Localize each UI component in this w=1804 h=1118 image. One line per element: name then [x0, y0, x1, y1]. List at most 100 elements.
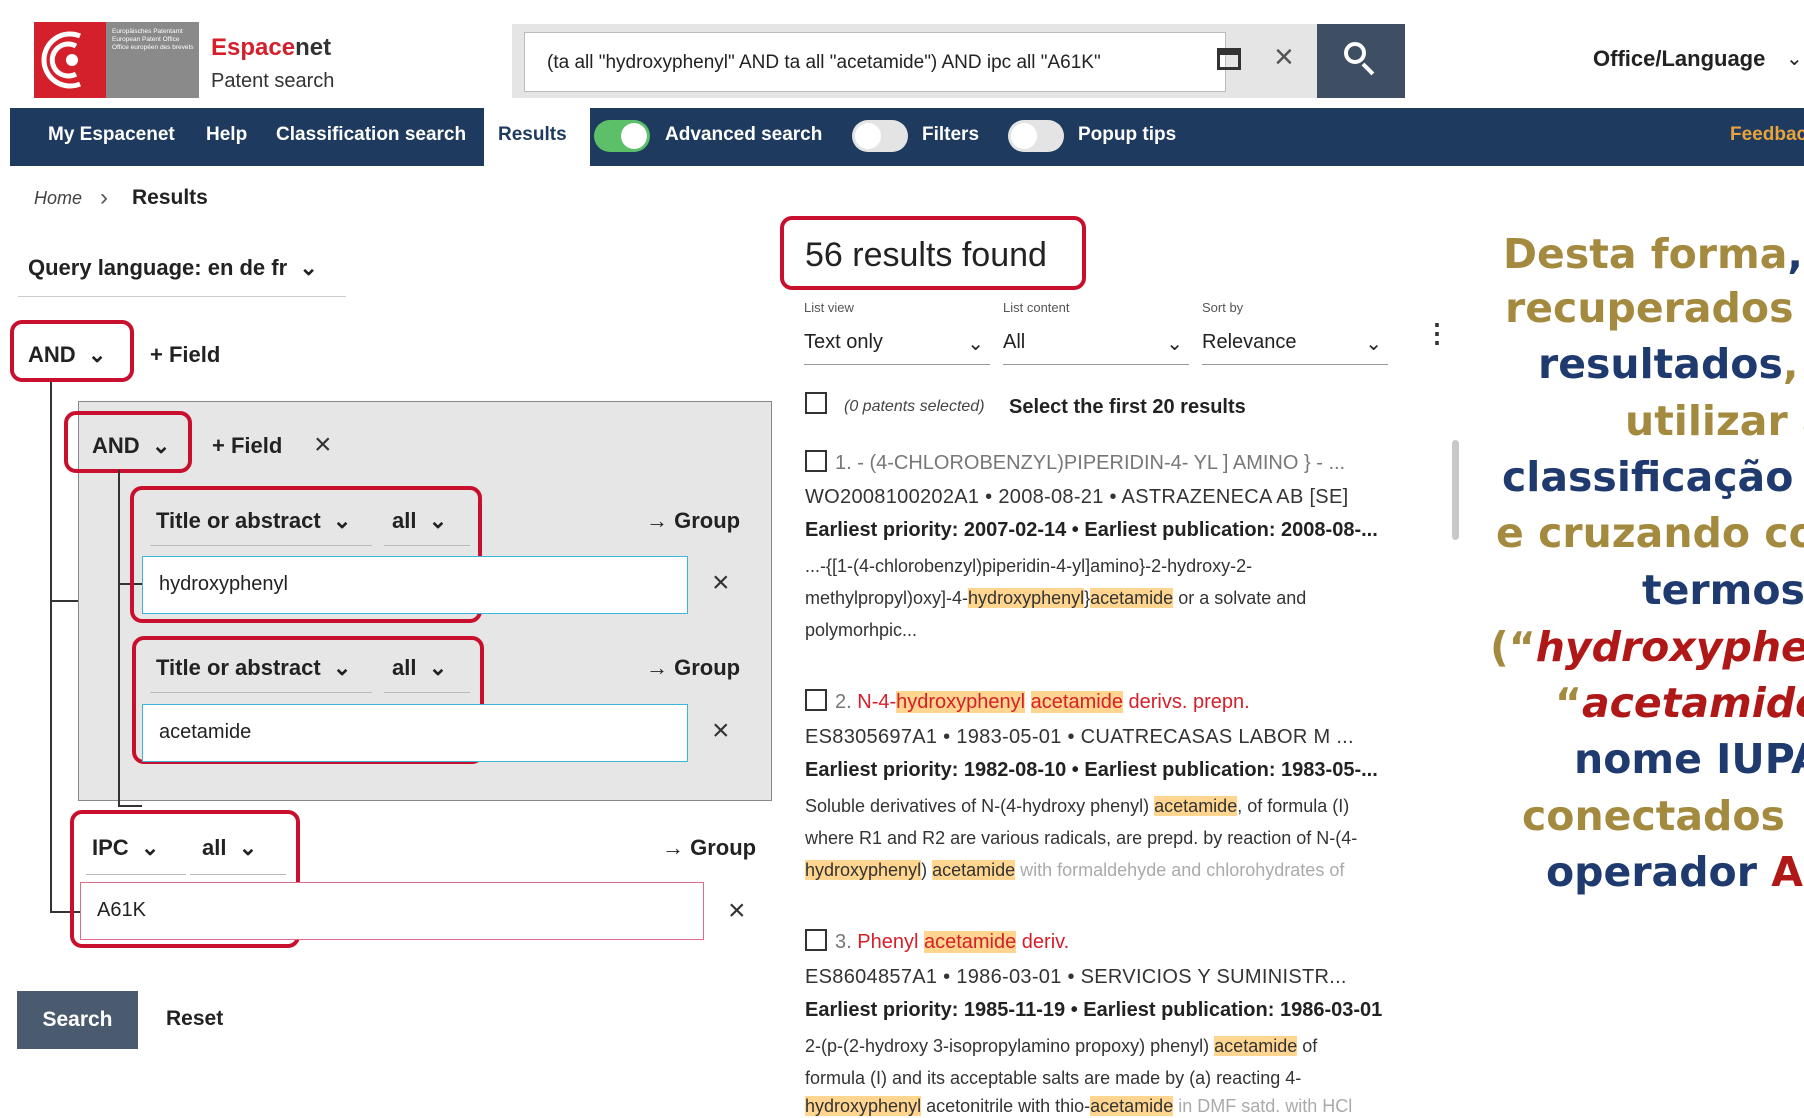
search-bar: (ta all "hydroxyphenyl" AND ta all "acet…	[512, 24, 1405, 98]
field-type-label: Title or abstract	[156, 655, 321, 680]
nav-results-tab[interactable]: Results	[484, 108, 590, 166]
search-input[interactable]: (ta all "hydroxyphenyl" AND ta all "acet…	[524, 32, 1226, 92]
top-header: Europäisches Patentamt European Patent O…	[0, 0, 1804, 108]
clear-search-icon[interactable]: ×	[1274, 38, 1294, 77]
divider	[384, 692, 470, 693]
office-language-menu[interactable]: Office/Language	[1593, 46, 1765, 72]
chevron-down-icon: ⌄	[967, 333, 984, 355]
result-title[interactable]: 1. - (4-CHLOROBENZYL)PIPERIDIN-4- YL ] A…	[835, 452, 1345, 475]
result-abstract-line: formula (I) and its acceptable salts are…	[805, 1068, 1302, 1088]
breadcrumb-home[interactable]: Home	[34, 188, 82, 209]
select-first-20-link[interactable]: Select the first 20 results	[1009, 396, 1246, 419]
group-add-field-button[interactable]: + Field	[212, 433, 282, 459]
annotation-line: resultados,	[1538, 340, 1799, 388]
divider	[150, 545, 372, 546]
advanced-search-toggle[interactable]	[594, 120, 650, 152]
query-language-select[interactable]: Query language: en de fr ⌄	[28, 255, 318, 281]
list-content-value: All	[1003, 331, 1026, 353]
match-mode-label: all	[202, 835, 227, 860]
ipc-input[interactable]: A61K	[80, 882, 704, 940]
result-abstract-line: 2-(p-(2-hydroxy 3-isopropylamino propoxy…	[805, 1036, 1318, 1056]
sort-by-select[interactable]: Relevance ⌄	[1202, 331, 1382, 355]
tree-line	[118, 470, 120, 806]
list-view-select[interactable]: Text only ⌄	[804, 331, 984, 355]
annotation-line: (“hydroxyphen	[1490, 623, 1804, 671]
result-checkbox[interactable]	[805, 689, 827, 711]
add-field-button[interactable]: + Field	[150, 342, 220, 368]
run-search-button[interactable]: Search	[17, 991, 138, 1049]
result-meta: WO2008100202A1 • 2008-08-21 • ASTRAZENEC…	[805, 486, 1349, 508]
nav-filters[interactable]: Filters	[922, 124, 979, 146]
field-type-select[interactable]: Title or abstract ⌄	[156, 508, 351, 534]
feedback-link[interactable]: Feedback	[1730, 124, 1804, 146]
results-scrollbar[interactable]	[1452, 440, 1459, 540]
filters-toggle[interactable]	[852, 120, 908, 152]
select-all-checkbox[interactable]	[805, 392, 827, 414]
nav-my-espacenet[interactable]: My Espacenet	[48, 124, 175, 146]
field-type-select[interactable]: Title or abstract ⌄	[156, 655, 351, 681]
remove-row-icon[interactable]: ×	[728, 894, 746, 928]
remove-group-icon[interactable]: ×	[314, 428, 332, 462]
expand-window-icon[interactable]	[1217, 48, 1241, 70]
chevron-down-icon: ⌄	[140, 835, 160, 860]
epo-logo-mark	[34, 22, 106, 98]
match-mode-label: all	[392, 655, 417, 680]
search-icon	[1344, 42, 1366, 64]
divider	[18, 296, 346, 297]
nav-classification-search[interactable]: Classification search	[276, 124, 466, 146]
match-mode-select[interactable]: all ⌄	[202, 835, 257, 861]
to-group-button[interactable]: → Group	[646, 508, 740, 534]
remove-row-icon[interactable]: ×	[712, 566, 730, 600]
chevron-down-icon: ⌄	[428, 655, 448, 680]
chevron-down-icon: ⌄	[1365, 333, 1382, 355]
result-abstract-line: hydroxyphenyl acetonitrile with thio-ace…	[805, 1096, 1353, 1116]
root-operator-select[interactable]: AND ⌄	[28, 342, 106, 368]
annotation-line: Desta forma, f	[1503, 230, 1804, 278]
term-input[interactable]: acetamide	[142, 704, 688, 762]
annotation-line: operador A	[1546, 848, 1803, 896]
remove-row-icon[interactable]: ×	[712, 714, 730, 748]
annotation-line: conectados	[1522, 792, 1785, 840]
chevron-down-icon: ⌄	[1166, 333, 1183, 355]
annotation-line: “acetamide	[1555, 679, 1804, 727]
divider	[150, 692, 372, 693]
list-view-label: List view	[804, 300, 854, 315]
group-operator-select[interactable]: AND ⌄	[92, 433, 170, 459]
chevron-down-icon: ⌄	[299, 255, 318, 280]
search-button[interactable]	[1317, 24, 1405, 98]
match-mode-select[interactable]: all ⌄	[392, 508, 447, 534]
epo-logo[interactable]: Europäisches Patentamt European Patent O…	[34, 22, 199, 98]
reset-button[interactable]: Reset	[166, 1007, 223, 1031]
brand-subtitle: Patent search	[211, 70, 335, 92]
match-mode-select[interactable]: all ⌄	[392, 655, 447, 681]
term-input[interactable]: hydroxyphenyl	[142, 556, 688, 614]
more-options-icon[interactable]: ⋮	[1424, 318, 1450, 349]
nav-advanced-search[interactable]: Advanced search	[665, 124, 822, 146]
sort-by-value: Relevance	[1202, 331, 1297, 353]
to-group-button[interactable]: → Group	[662, 835, 756, 861]
term-value: hydroxyphenyl	[159, 573, 288, 595]
nav-help[interactable]: Help	[206, 124, 247, 146]
chevron-right-icon: ›	[100, 184, 108, 211]
chevron-down-icon[interactable]: ⌄	[1786, 46, 1803, 71]
breadcrumb-current: Results	[132, 186, 208, 209]
list-content-select[interactable]: All ⌄	[1003, 331, 1183, 355]
field-type-select[interactable]: IPC ⌄	[92, 835, 159, 861]
annotation-line: nome IUPA	[1574, 735, 1804, 783]
result-checkbox[interactable]	[805, 929, 827, 951]
result-checkbox[interactable]	[805, 450, 827, 472]
popup-tips-toggle[interactable]	[1008, 120, 1064, 152]
nav-popup-tips[interactable]: Popup tips	[1078, 124, 1176, 146]
result-title[interactable]: 2. N-4-hydroxyphenyl acetamide derivs. p…	[835, 691, 1250, 714]
annotation-line: recuperados	[1505, 284, 1794, 332]
result-abstract-line: methylpropyl)oxy]-4-hydroxyphenyl}acetam…	[805, 588, 1307, 608]
to-group-button[interactable]: → Group	[646, 655, 740, 681]
brand-name[interactable]: Espacenet	[211, 34, 331, 62]
field-type-label: IPC	[92, 835, 129, 860]
result-title[interactable]: 3. Phenyl acetamide deriv.	[835, 931, 1069, 954]
term-value: A61K	[97, 899, 146, 921]
main-nav: My Espacenet Help Classification search …	[10, 108, 1804, 166]
tree-line	[50, 382, 52, 912]
list-view-value: Text only	[804, 331, 883, 353]
result-abstract-line: Soluble derivatives of N-(4-hydroxy phen…	[805, 796, 1350, 816]
